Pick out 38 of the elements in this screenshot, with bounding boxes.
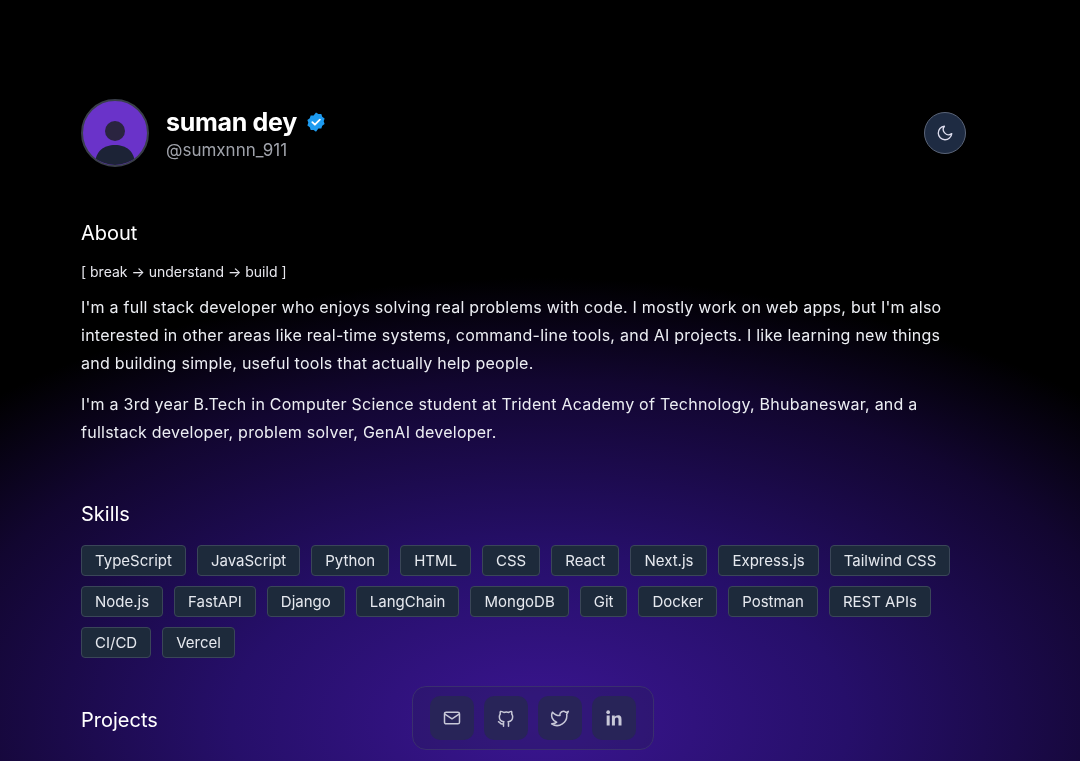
skill-tag: HTML [400, 545, 471, 576]
skill-tag: LangChain [355, 586, 460, 617]
skill-tag: JavaScript [196, 545, 301, 576]
skill-tag: Python [311, 545, 390, 576]
skill-tag: Docker [638, 586, 718, 617]
section-heading: Skills [81, 502, 130, 526]
skill-tag: CI/CD [81, 627, 152, 658]
github-link-button[interactable] [484, 696, 528, 740]
tagline: [ break → understand → build ] [81, 263, 288, 280]
skill-tag: TypeScript [81, 545, 186, 576]
skill-tag: Node.js [81, 586, 164, 617]
skill-tag: Postman [728, 586, 818, 617]
skill-tag: Next.js [630, 545, 708, 576]
moon-icon [936, 124, 954, 142]
skill-tag: Express.js [718, 545, 819, 576]
skill-tag: FastAPI [174, 586, 256, 617]
skill-tag: CSS [482, 545, 541, 576]
skill-tag: Git [579, 586, 628, 617]
skill-tag: React [551, 545, 620, 576]
section-heading: Projects [81, 708, 158, 732]
github-icon [496, 708, 516, 728]
skill-tag: REST APIs [828, 586, 931, 617]
profile-name: suman dey [166, 106, 297, 137]
mail-icon [442, 708, 462, 728]
skill-tag: Django [266, 586, 345, 617]
skill-tag: MongoDB [470, 586, 569, 617]
twitter-link-button[interactable] [538, 696, 582, 740]
skill-tag: Tailwind CSS [829, 545, 951, 576]
bird-icon [550, 708, 570, 728]
skill-tag: Vercel [162, 627, 235, 658]
about-paragraph: I'm a 3rd year B.Tech in Computer Science student at Trident Academy of Technology, Bhubaneswar, and a fullstack developer, problem solver, GenAI developer. [81, 393, 919, 444]
linkedin-icon [604, 708, 624, 728]
section-heading: About [81, 221, 138, 245]
email-link-button[interactable] [430, 696, 474, 740]
theme-toggle-button[interactable] [924, 112, 966, 154]
about-paragraph: I'm a full stack developer who enjoys solving real problems with code. I mostly work on web apps, but I'm also interested in other areas like real-time systems, command-line tools, and AI projects. I like learning new things and building simple, useful tools that actually help people. [81, 296, 943, 375]
linkedin-link-button[interactable] [592, 696, 636, 740]
profile-handle: @sumxnnn_911 [166, 139, 289, 160]
